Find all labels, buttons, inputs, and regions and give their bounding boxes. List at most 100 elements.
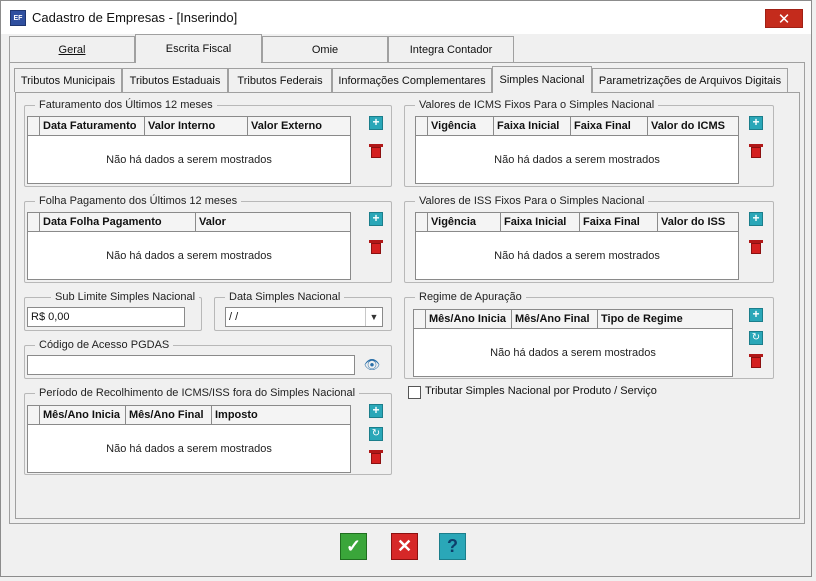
simples-nacional-page: Faturamento dos Últimos 12 meses Data Fa… xyxy=(15,92,800,519)
periodo-grid[interactable]: Mês/Ano Inicia Mês/Ano Final Imposto Não… xyxy=(27,405,351,473)
folha-group: Folha Pagamento dos Últimos 12 meses Dat… xyxy=(24,195,392,283)
data-simples-value: / / xyxy=(229,311,239,323)
trash-icon[interactable] xyxy=(749,240,763,254)
regime-title: Regime de Apuração xyxy=(415,291,526,303)
add-icon[interactable]: + xyxy=(369,116,383,130)
folha-grid[interactable]: Data Folha Pagamento Valor Não há dados … xyxy=(27,212,351,280)
x-icon: ✕ xyxy=(396,536,413,556)
tab-tributos-federais[interactable]: Tributos Federais xyxy=(228,68,332,92)
icms-grid[interactable]: Vigência Faixa Inicial Faixa Final Valor… xyxy=(415,116,739,184)
folha-title: Folha Pagamento dos Últimos 12 meses xyxy=(35,195,242,207)
column-header[interactable]: Faixa Final xyxy=(580,213,658,231)
column-header[interactable]: Mês/Ano Final xyxy=(512,310,598,328)
add-icon[interactable]: + xyxy=(749,308,763,322)
trash-icon[interactable] xyxy=(369,450,383,464)
faturamento-title: Faturamento dos Últimos 12 meses xyxy=(35,99,217,111)
tab-geral[interactable]: Geral xyxy=(9,36,135,62)
tab-informacoes-complementares[interactable]: Informações Complementares xyxy=(332,68,492,92)
regime-grid-header: Mês/Ano Inicia Mês/Ano Final Tipo de Reg… xyxy=(414,310,732,329)
column-header[interactable]: Mês/Ano Inicia xyxy=(40,406,126,424)
tab-parametrizacoes-arquivos-digitais[interactable]: Parametrizações de Arquivos Digitais xyxy=(592,68,788,92)
tab-integra-contador[interactable]: Integra Contador xyxy=(388,36,514,62)
empty-grid-message: Não há dados a serem mostrados xyxy=(494,249,660,262)
add-icon[interactable]: + xyxy=(369,212,383,226)
trash-icon[interactable] xyxy=(749,144,763,158)
faturamento-grid[interactable]: Data Faturamento Valor Interno Valor Ext… xyxy=(27,116,351,184)
tab-omie[interactable]: Omie xyxy=(262,36,388,62)
column-header[interactable]: Vigência xyxy=(428,117,494,135)
tributar-checkbox[interactable] xyxy=(408,386,421,399)
title-bar: EF Cadastro de Empresas - [Inserindo] ✕ xyxy=(1,1,811,34)
iss-group: Valores de ISS Fixos Para o Simples Naci… xyxy=(404,195,774,283)
column-header[interactable]: Valor xyxy=(196,213,350,231)
iss-grid-header: Vigência Faixa Inicial Faixa Final Valor… xyxy=(416,213,738,232)
add-icon[interactable]: + xyxy=(749,116,763,130)
faturamento-grid-header: Data Faturamento Valor Interno Valor Ext… xyxy=(28,117,350,136)
column-header[interactable]: Tipo de Regime xyxy=(598,310,732,328)
pgdas-group: Código de Acesso PGDAS 👁 xyxy=(24,339,392,379)
tab-tributos-municipais[interactable]: Tributos Municipais xyxy=(14,68,122,92)
sublimite-input[interactable]: R$ 0,00 xyxy=(27,307,185,327)
window-title: Cadastro de Empresas - [Inserindo] xyxy=(32,10,238,25)
periodo-grid-header: Mês/Ano Inicia Mês/Ano Final Imposto xyxy=(28,406,350,425)
column-header[interactable]: Faixa Inicial xyxy=(494,117,571,135)
column-header[interactable]: Valor do ICMS xyxy=(648,117,738,135)
confirm-button[interactable]: ✓ xyxy=(340,533,367,560)
help-button[interactable]: ? xyxy=(439,533,466,560)
add-icon[interactable]: + xyxy=(369,404,383,418)
tab-escrita-fiscal[interactable]: Escrita Fiscal xyxy=(135,34,262,63)
eye-icon[interactable]: 👁 xyxy=(363,356,381,374)
tab-tributos-estaduais[interactable]: Tributos Estaduais xyxy=(122,68,228,92)
data-simples-group: Data Simples Nacional / / ▼ xyxy=(214,291,392,331)
sublimite-group: Sub Limite Simples Nacional R$ 0,00 xyxy=(24,291,202,331)
column-header[interactable]: Vigência xyxy=(428,213,501,231)
column-header[interactable]: Mês/Ano Inicia xyxy=(426,310,512,328)
empty-grid-message: Não há dados a serem mostrados xyxy=(106,442,272,455)
pgdas-title: Código de Acesso PGDAS xyxy=(35,339,174,351)
tab-simples-nacional[interactable]: Simples Nacional xyxy=(492,66,592,93)
iss-grid[interactable]: Vigência Faixa Inicial Faixa Final Valor… xyxy=(415,212,739,280)
data-simples-select[interactable]: / / ▼ xyxy=(225,307,383,327)
tributar-checkbox-label[interactable]: Tributar Simples Nacional por Produto / … xyxy=(425,385,657,397)
escrita-fiscal-page: Tributos Municipais Tributos Estaduais T… xyxy=(9,62,805,524)
empty-grid-message: Não há dados a serem mostrados xyxy=(106,153,272,166)
check-icon: ✓ xyxy=(345,536,362,556)
trash-icon[interactable] xyxy=(369,144,383,158)
empty-grid-message: Não há dados a serem mostrados xyxy=(490,346,656,359)
folha-grid-header: Data Folha Pagamento Valor xyxy=(28,213,350,232)
trash-icon[interactable] xyxy=(369,240,383,254)
icms-group: Valores de ICMS Fixos Para o Simples Nac… xyxy=(404,99,774,187)
column-header[interactable]: Data Faturamento xyxy=(40,117,145,135)
iss-title: Valores de ISS Fixos Para o Simples Naci… xyxy=(415,195,649,207)
column-header[interactable]: Imposto xyxy=(212,406,350,424)
refresh-icon[interactable]: ↻ xyxy=(749,331,763,345)
cancel-button[interactable]: ✕ xyxy=(391,533,418,560)
empty-grid-message: Não há dados a serem mostrados xyxy=(494,153,660,166)
icms-grid-header: Vigência Faixa Inicial Faixa Final Valor… xyxy=(416,117,738,136)
sublimite-title: Sub Limite Simples Nacional xyxy=(51,291,200,303)
column-header[interactable]: Faixa Final xyxy=(571,117,648,135)
regime-grid[interactable]: Mês/Ano Inicia Mês/Ano Final Tipo de Reg… xyxy=(413,309,733,377)
column-header[interactable]: Mês/Ano Final xyxy=(126,406,212,424)
app-icon: EF xyxy=(10,10,26,26)
column-header[interactable]: Faixa Inicial xyxy=(501,213,580,231)
column-header[interactable]: Valor Interno xyxy=(145,117,248,135)
column-header[interactable]: Valor do ISS xyxy=(658,213,738,231)
icms-title: Valores de ICMS Fixos Para o Simples Nac… xyxy=(415,99,659,111)
refresh-icon[interactable]: ↻ xyxy=(369,427,383,441)
window: EF Cadastro de Empresas - [Inserindo] ✕ … xyxy=(0,0,812,577)
faturamento-group: Faturamento dos Últimos 12 meses Data Fa… xyxy=(24,99,392,187)
add-icon[interactable]: + xyxy=(749,212,763,226)
column-header[interactable]: Valor Externo xyxy=(248,117,350,135)
data-simples-title: Data Simples Nacional xyxy=(225,291,345,303)
question-icon: ? xyxy=(447,536,458,556)
chevron-down-icon[interactable]: ▼ xyxy=(365,308,382,326)
column-header[interactable]: Data Folha Pagamento xyxy=(40,213,196,231)
empty-grid-message: Não há dados a serem mostrados xyxy=(106,249,272,262)
periodo-group: Período de Recolhimento de ICMS/ISS fora… xyxy=(24,387,392,475)
trash-icon[interactable] xyxy=(749,354,763,368)
periodo-title: Período de Recolhimento de ICMS/ISS fora… xyxy=(35,387,360,399)
pgdas-input[interactable] xyxy=(27,355,355,375)
close-button[interactable]: ✕ xyxy=(765,9,803,28)
regime-group: Regime de Apuração Mês/Ano Inicia Mês/An… xyxy=(404,291,774,379)
